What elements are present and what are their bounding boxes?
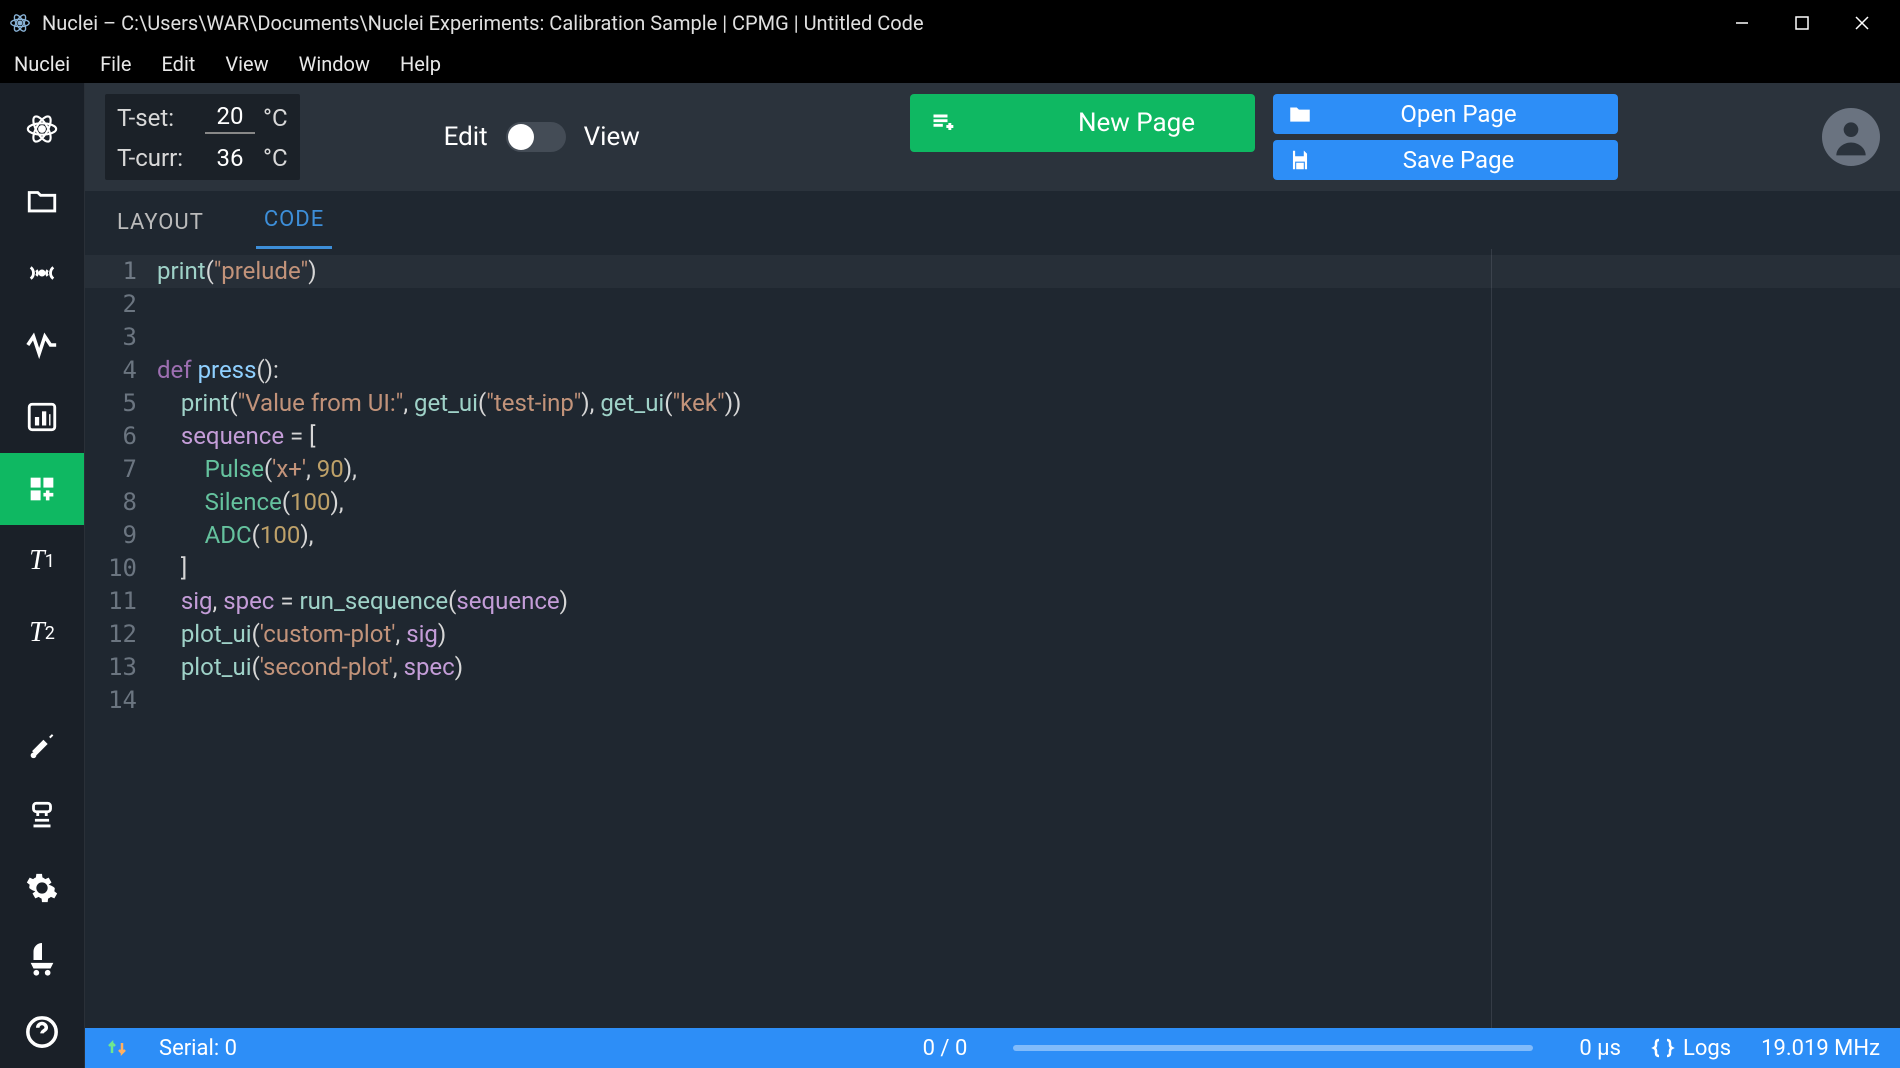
sidebar-chart[interactable] bbox=[0, 381, 84, 453]
tab-code[interactable]: CODE bbox=[256, 193, 332, 249]
code-line[interactable]: ] bbox=[157, 552, 1900, 585]
statusbar: Serial: 0 0 / 0 0 µs Logs 19.019 MHz bbox=[85, 1028, 1900, 1068]
sidebar-t1[interactable]: T1 bbox=[0, 525, 84, 597]
menu-view[interactable]: View bbox=[219, 48, 274, 80]
playlist-add-icon bbox=[930, 109, 958, 137]
t-set-value[interactable]: 20 bbox=[205, 102, 255, 134]
line-number: 10 bbox=[85, 552, 157, 585]
code-area[interactable]: print("prelude") def press(): print("Valu… bbox=[157, 249, 1900, 1028]
t-set-label: T-set: bbox=[117, 104, 197, 132]
unit-c: °C bbox=[263, 144, 288, 172]
t-curr-row: T-curr: 36 °C bbox=[117, 144, 288, 172]
save-icon bbox=[1287, 147, 1313, 173]
sidebar-signal[interactable] bbox=[0, 237, 84, 309]
status-progress-text: 0 / 0 bbox=[923, 1036, 968, 1061]
code-line[interactable]: print("Value from UI:", get_ui("test-inp… bbox=[157, 387, 1900, 420]
t-curr-label: T-curr: bbox=[117, 144, 197, 172]
status-logs-label: Logs bbox=[1683, 1036, 1731, 1061]
braces-icon bbox=[1651, 1036, 1675, 1060]
code-line[interactable] bbox=[157, 321, 1900, 354]
code-line[interactable]: def press(): bbox=[157, 354, 1900, 387]
code-line[interactable]: sig, spec = run_sequence(sequence) bbox=[157, 585, 1900, 618]
menu-window[interactable]: Window bbox=[293, 48, 376, 80]
app-icon bbox=[8, 11, 32, 35]
status-arrows[interactable] bbox=[105, 1036, 129, 1060]
code-line[interactable] bbox=[157, 684, 1900, 717]
status-logs[interactable]: Logs bbox=[1651, 1036, 1731, 1061]
sync-icon bbox=[105, 1036, 129, 1060]
sidebar-dig[interactable] bbox=[0, 708, 84, 780]
line-number: 9 bbox=[85, 519, 157, 552]
maximize-button[interactable] bbox=[1772, 3, 1832, 43]
code-line[interactable]: ADC(100), bbox=[157, 519, 1900, 552]
titlebar: Nuclei – C:\Users\WAR\Documents\Nuclei E… bbox=[0, 0, 1900, 45]
save-page-button[interactable]: Save Page bbox=[1273, 140, 1618, 180]
code-line[interactable]: plot_ui('custom-plot', sig) bbox=[157, 618, 1900, 651]
close-button[interactable] bbox=[1832, 3, 1892, 43]
sidebar-atom[interactable] bbox=[0, 93, 84, 165]
status-freq[interactable]: 19.019 MHz bbox=[1761, 1036, 1880, 1061]
window-title: Nuclei – C:\Users\WAR\Documents\Nuclei E… bbox=[42, 11, 1712, 35]
new-page-label: New Page bbox=[1038, 108, 1235, 138]
sidebar-scan[interactable] bbox=[0, 780, 84, 852]
code-line[interactable]: Silence(100), bbox=[157, 486, 1900, 519]
code-editor[interactable]: 1234567891011121314 print("prelude")def … bbox=[85, 249, 1900, 1028]
minimize-button[interactable] bbox=[1712, 3, 1772, 43]
temperature-panel: T-set: 20 °C T-curr: 36 °C bbox=[105, 94, 300, 180]
line-number: 7 bbox=[85, 453, 157, 486]
edit-view-toggle-group: Edit View bbox=[444, 122, 640, 152]
save-page-label: Save Page bbox=[1313, 146, 1604, 174]
sidebar-t2[interactable]: T2 bbox=[0, 597, 84, 669]
t-set-row[interactable]: T-set: 20 °C bbox=[117, 102, 288, 134]
line-number: 8 bbox=[85, 486, 157, 519]
edit-label: Edit bbox=[444, 122, 488, 152]
folder-open-icon bbox=[1287, 101, 1313, 127]
menu-help[interactable]: Help bbox=[394, 48, 447, 80]
view-label: View bbox=[584, 122, 640, 152]
menu-edit[interactable]: Edit bbox=[155, 48, 201, 80]
line-number: 2 bbox=[85, 288, 157, 321]
edit-view-toggle[interactable] bbox=[506, 122, 566, 152]
open-page-button[interactable]: Open Page bbox=[1273, 94, 1618, 134]
line-number: 14 bbox=[85, 684, 157, 717]
window-controls bbox=[1712, 3, 1892, 43]
menubar: Nuclei File Edit View Window Help bbox=[0, 45, 1900, 83]
line-number: 4 bbox=[85, 354, 157, 387]
line-gutter: 1234567891011121314 bbox=[85, 249, 157, 1028]
editor-tabs: LAYOUT CODE bbox=[85, 191, 1900, 249]
sidebar: T1 T2 bbox=[0, 83, 85, 1068]
unit-c: °C bbox=[263, 104, 288, 132]
sidebar-page-plus[interactable] bbox=[0, 453, 84, 525]
code-line[interactable]: sequence = [ bbox=[157, 420, 1900, 453]
sidebar-help[interactable] bbox=[0, 996, 84, 1068]
sidebar-settings[interactable] bbox=[0, 852, 84, 924]
line-number: 3 bbox=[85, 321, 157, 354]
status-serial: Serial: 0 bbox=[159, 1036, 237, 1061]
status-progress-bar bbox=[1013, 1045, 1533, 1051]
tab-layout[interactable]: LAYOUT bbox=[109, 196, 212, 249]
user-avatar[interactable] bbox=[1822, 108, 1880, 166]
line-number: 13 bbox=[85, 651, 157, 684]
sidebar-stroller[interactable] bbox=[0, 924, 84, 996]
person-icon bbox=[1829, 115, 1873, 159]
status-time: 0 µs bbox=[1579, 1036, 1621, 1061]
line-number: 6 bbox=[85, 420, 157, 453]
line-number: 12 bbox=[85, 618, 157, 651]
menu-file[interactable]: File bbox=[94, 48, 137, 80]
code-line[interactable]: print("prelude") bbox=[157, 255, 1900, 288]
t-curr-value: 36 bbox=[205, 144, 255, 172]
topbar: T-set: 20 °C T-curr: 36 °C Edit View New bbox=[85, 83, 1900, 191]
new-page-button[interactable]: New Page bbox=[910, 94, 1255, 152]
line-number: 11 bbox=[85, 585, 157, 618]
code-line[interactable] bbox=[157, 288, 1900, 321]
sidebar-wave[interactable] bbox=[0, 309, 84, 381]
code-line[interactable]: Pulse('x+', 90), bbox=[157, 453, 1900, 486]
menu-nuclei[interactable]: Nuclei bbox=[8, 48, 76, 80]
line-number: 5 bbox=[85, 387, 157, 420]
sidebar-folder[interactable] bbox=[0, 165, 84, 237]
open-page-label: Open Page bbox=[1313, 100, 1604, 128]
code-line[interactable]: plot_ui('second-plot', spec) bbox=[157, 651, 1900, 684]
